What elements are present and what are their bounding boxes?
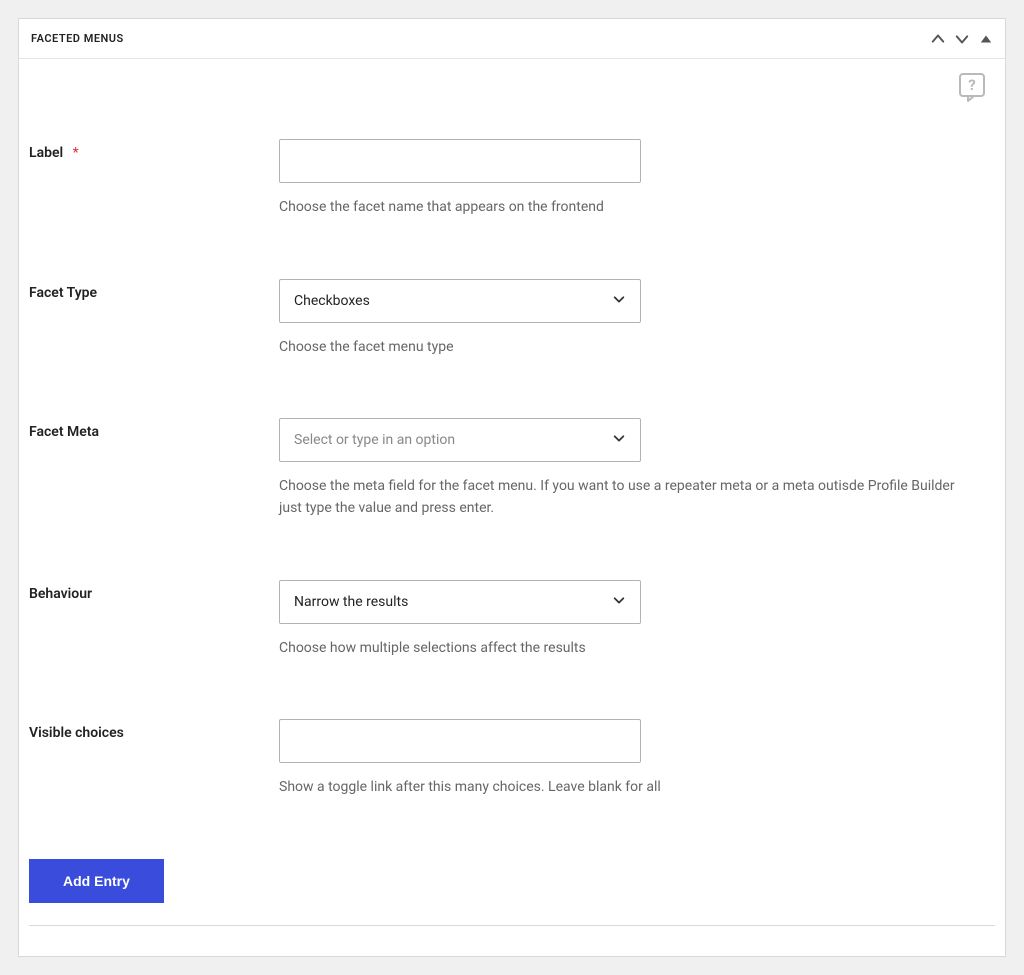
behaviour-help: Choose how multiple selections affect th…	[279, 638, 979, 660]
facet-type-value: Checkboxes	[294, 293, 370, 309]
move-up-icon[interactable]	[931, 32, 945, 46]
facet-meta-label: Facet Meta	[29, 418, 279, 519]
label-help: Choose the facet name that appears on th…	[279, 197, 979, 219]
help-icon[interactable]: ?	[957, 73, 987, 103]
svg-text:?: ?	[968, 76, 975, 94]
chevron-down-icon	[612, 292, 626, 310]
faceted-menus-panel: FACETED MENUS ? Label *	[18, 18, 1006, 957]
behaviour-label: Behaviour	[29, 580, 279, 660]
add-entry-button[interactable]: Add Entry	[29, 859, 164, 903]
label-input-col: Choose the facet name that appears on th…	[279, 139, 979, 219]
facet-type-select[interactable]: Checkboxes	[279, 279, 641, 323]
required-mark: *	[73, 145, 79, 161]
behaviour-select[interactable]: Narrow the results	[279, 580, 641, 624]
move-down-icon[interactable]	[955, 32, 969, 46]
panel-header: FACETED MENUS	[19, 19, 1005, 59]
row-facet-type: Facet Type Checkboxes Choose the facet m…	[29, 279, 995, 359]
visible-choices-label: Visible choices	[29, 719, 279, 799]
row-behaviour: Behaviour Narrow the results Choose how …	[29, 580, 995, 660]
visible-choices-input[interactable]	[279, 719, 641, 763]
row-label: Label * Choose the facet name that appea…	[29, 139, 995, 219]
behaviour-value: Narrow the results	[294, 594, 408, 610]
panel-title: FACETED MENUS	[31, 32, 124, 45]
facet-type-help: Choose the facet menu type	[279, 337, 979, 359]
facet-meta-placeholder: Select or type in an option	[294, 432, 455, 448]
row-visible-choices: Visible choices Show a toggle link after…	[29, 719, 995, 799]
label-label: Label *	[29, 139, 279, 219]
chevron-down-icon	[612, 593, 626, 611]
facet-meta-select[interactable]: Select or type in an option	[279, 418, 641, 462]
chevron-down-icon	[612, 431, 626, 449]
facet-meta-input-col: Select or type in an option Choose the m…	[279, 418, 979, 519]
facet-type-label: Facet Type	[29, 279, 279, 359]
visible-choices-input-col: Show a toggle link after this many choic…	[279, 719, 979, 799]
behaviour-input-col: Narrow the results Choose how multiple s…	[279, 580, 979, 660]
visible-choices-help: Show a toggle link after this many choic…	[279, 777, 979, 799]
label-text: Label	[29, 145, 63, 161]
panel-body: ? Label * Choose the facet name that app…	[19, 59, 1005, 956]
panel-controls	[931, 32, 993, 46]
collapse-icon[interactable]	[979, 32, 993, 46]
divider	[29, 925, 995, 926]
label-input[interactable]	[279, 139, 641, 183]
facet-meta-help: Choose the meta field for the facet menu…	[279, 476, 979, 519]
facet-type-input-col: Checkboxes Choose the facet menu type	[279, 279, 979, 359]
row-facet-meta: Facet Meta Select or type in an option C…	[29, 418, 995, 519]
